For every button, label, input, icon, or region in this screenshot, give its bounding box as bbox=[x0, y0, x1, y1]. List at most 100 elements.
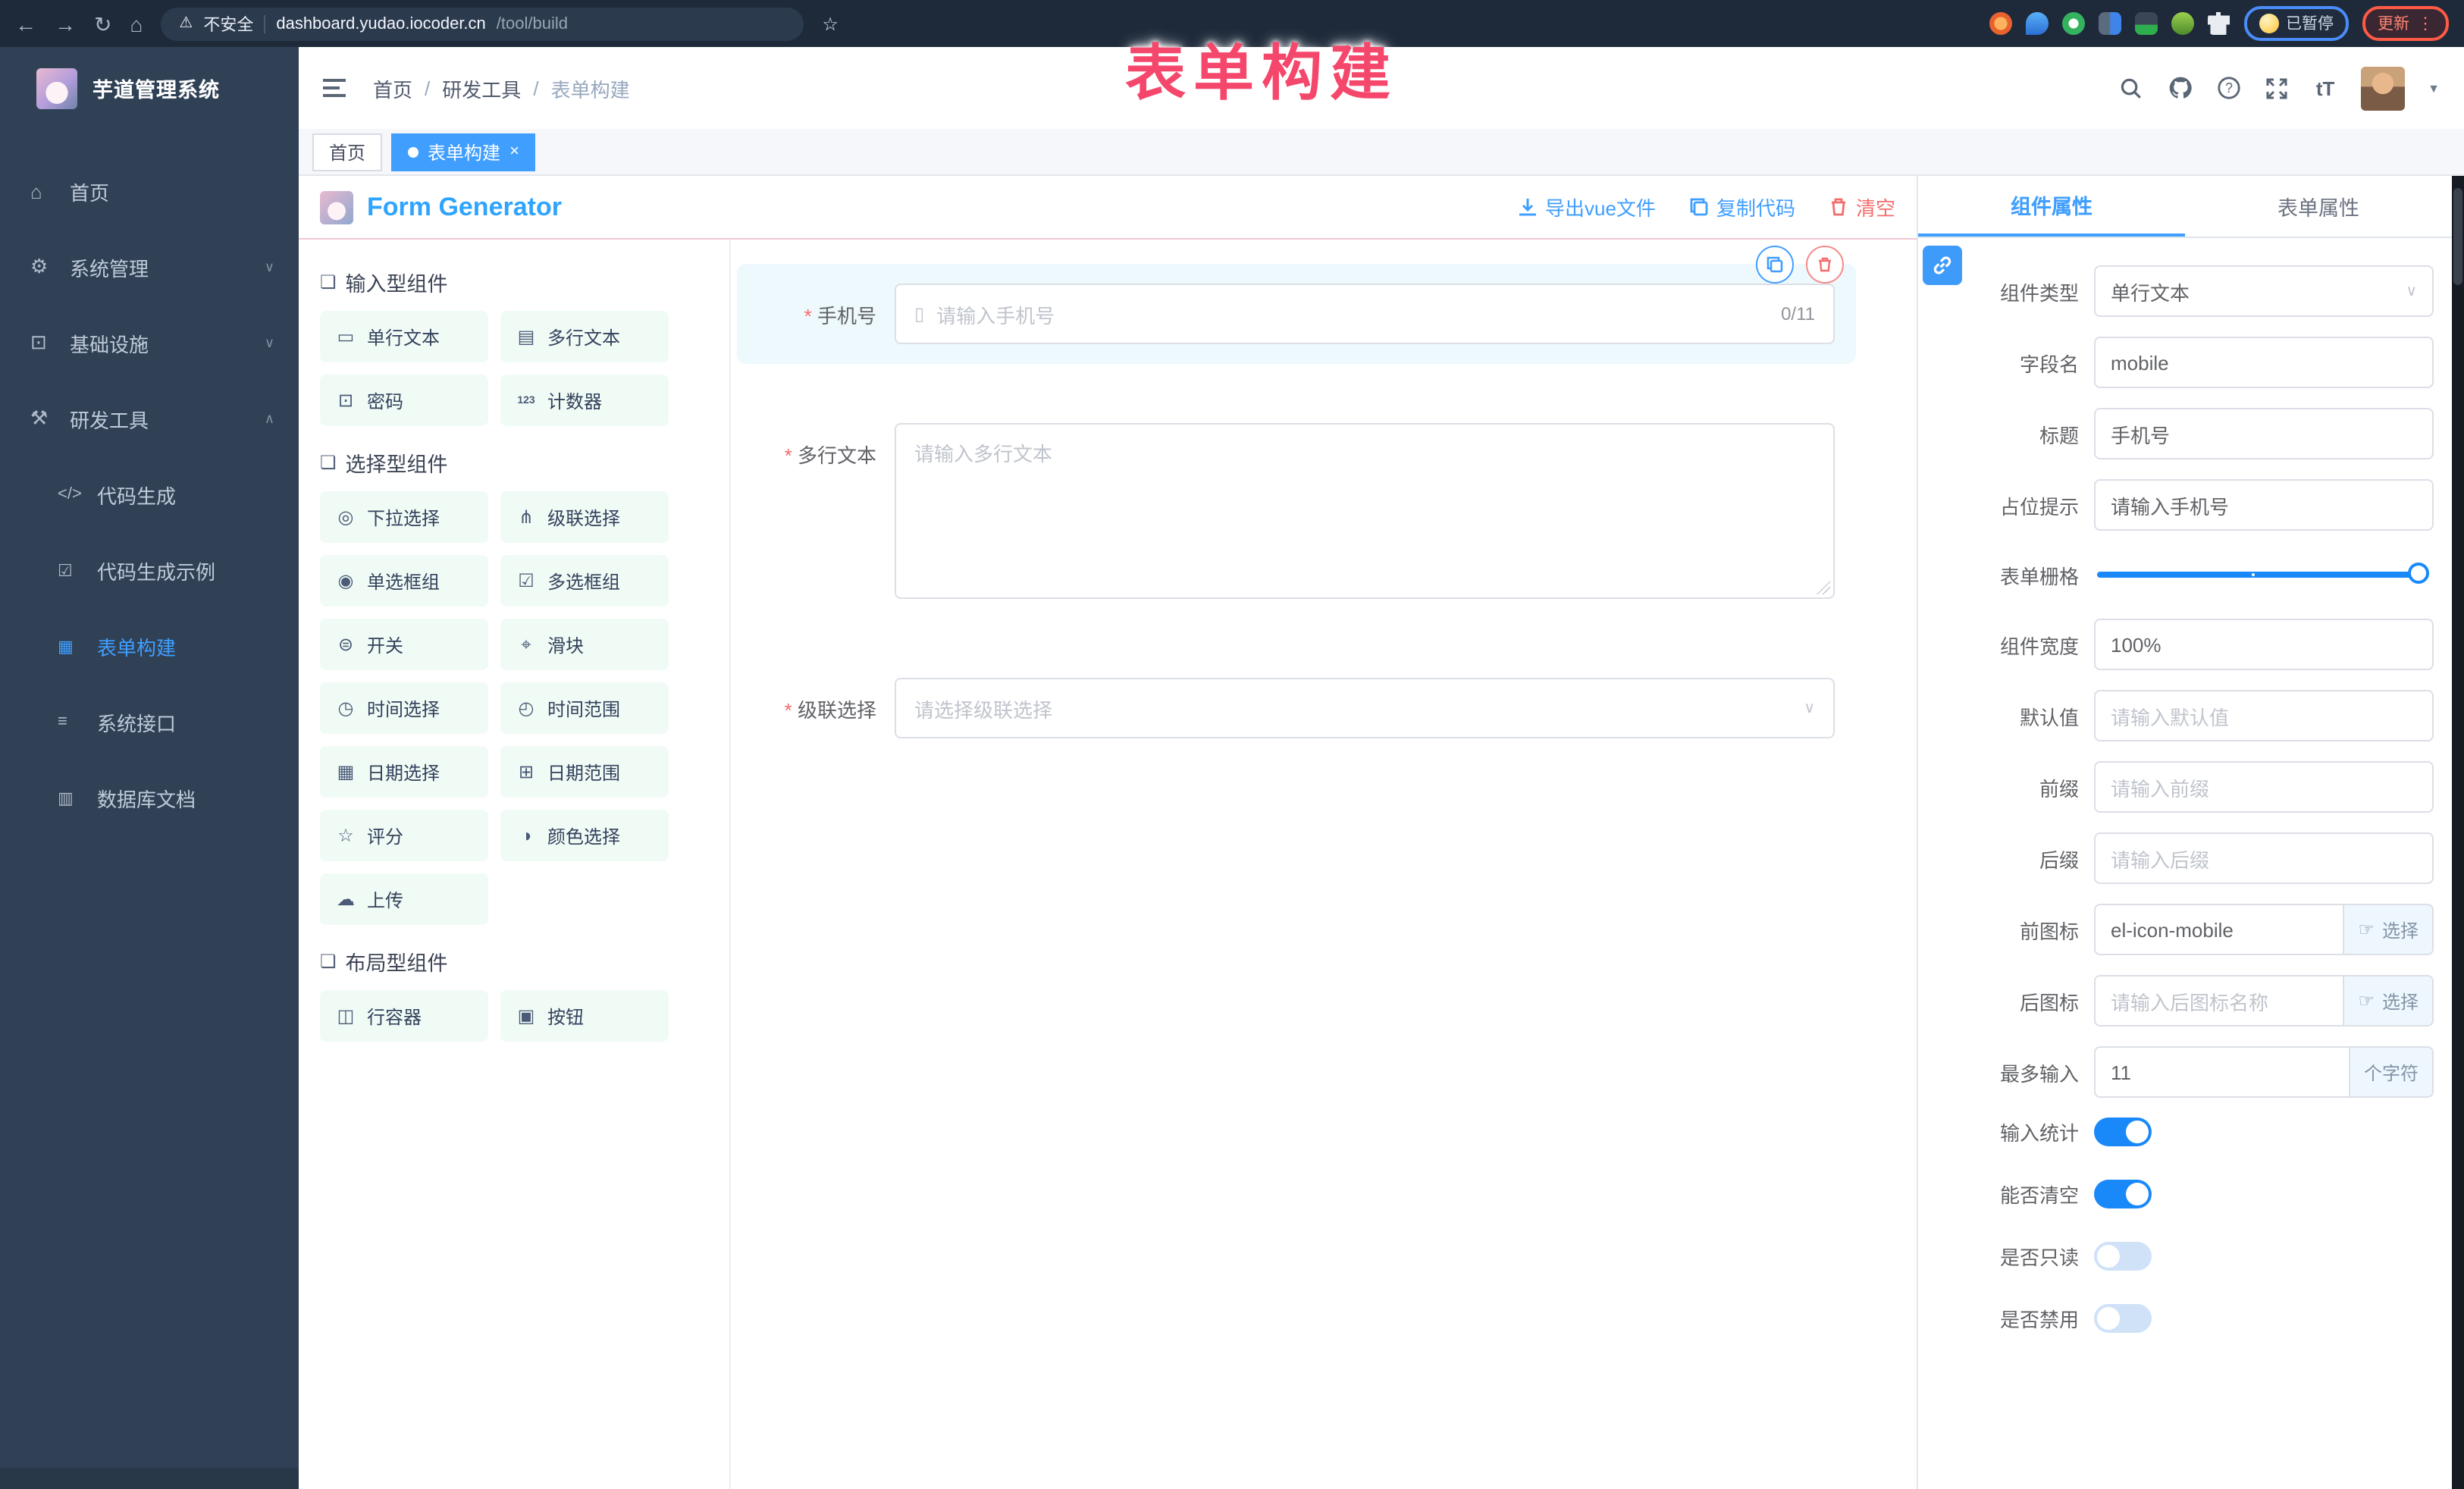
choose-prefix-icon-button[interactable]: ☞ 选择 bbox=[2344, 904, 2434, 955]
grid-slider[interactable] bbox=[2097, 572, 2419, 578]
extension-icon[interactable] bbox=[2061, 12, 2084, 35]
textarea-input[interactable]: 请输入多行文本 bbox=[895, 423, 1835, 599]
user-menu-caret-icon[interactable]: ▼ bbox=[2428, 81, 2440, 95]
mobile-input[interactable]: ▯ 请输入手机号 0/11 bbox=[895, 284, 1835, 344]
help-icon[interactable]: ? bbox=[2215, 75, 2241, 101]
field-name-input[interactable]: mobile bbox=[2094, 337, 2434, 388]
slider-knob[interactable] bbox=[2408, 563, 2429, 584]
prefix-icon-input[interactable]: el-icon-mobile bbox=[2094, 904, 2344, 955]
sidebar-item-system[interactable]: ⚙ 系统管理 ∨ bbox=[0, 229, 299, 305]
input-stats-toggle[interactable] bbox=[2094, 1118, 2152, 1146]
menu-dots-icon[interactable]: ⋮ bbox=[2417, 14, 2434, 33]
tab-form-build[interactable]: 表单构建 × bbox=[391, 133, 536, 171]
extension-icon[interactable] bbox=[2098, 12, 2121, 35]
breadcrumb-section[interactable]: 研发工具 bbox=[442, 74, 521, 102]
palette-item-date-picker[interactable]: ▦日期选择 bbox=[320, 746, 488, 798]
sidebar-item-code-demo[interactable]: ☑ 代码生成示例 bbox=[0, 532, 299, 608]
copy-code-button[interactable]: 复制代码 bbox=[1689, 193, 1795, 221]
default-value-input[interactable]: 请输入默认值 bbox=[2094, 690, 2434, 741]
reload-icon[interactable]: ↻ bbox=[94, 13, 111, 34]
link-handle-button[interactable] bbox=[1923, 246, 1962, 285]
palette-item-date-range[interactable]: ⊞日期范围 bbox=[500, 746, 669, 798]
sidebar-item-api[interactable]: ≡ 系统接口 bbox=[0, 684, 299, 760]
switch-icon: ⊜ bbox=[335, 634, 356, 655]
extensions-puzzle-icon[interactable] bbox=[2207, 12, 2230, 35]
sidebar-item-db-doc[interactable]: ▥ 数据库文档 bbox=[0, 760, 299, 835]
back-icon[interactable]: ← bbox=[15, 13, 36, 34]
prefix-input[interactable]: 请输入前缀 bbox=[2094, 761, 2434, 813]
clear-button[interactable]: 清空 bbox=[1829, 193, 1895, 221]
width-input[interactable]: 100% bbox=[2094, 619, 2434, 670]
forward-icon[interactable]: → bbox=[55, 13, 76, 34]
max-input-field[interactable]: 11 bbox=[2094, 1046, 2350, 1098]
palette-item-counter[interactable]: 123计数器 bbox=[500, 375, 669, 426]
clearable-toggle[interactable] bbox=[2094, 1180, 2152, 1208]
tab-form-props[interactable]: 表单属性 bbox=[2185, 176, 2452, 237]
palette-item-button[interactable]: ▣按钮 bbox=[500, 990, 669, 1042]
export-vue-button[interactable]: 导出vue文件 bbox=[1518, 193, 1656, 221]
props-body: 组件类型 单行文本 ∨ 字段名 mobile bbox=[1918, 238, 2452, 1366]
suffix-icon-input[interactable]: 请输入后图标名称 bbox=[2094, 975, 2344, 1027]
palette-item-checkbox-group[interactable]: ☑多选框组 bbox=[500, 555, 669, 607]
sidebar-item-home[interactable]: ⌂ 首页 bbox=[0, 153, 299, 229]
readonly-toggle[interactable] bbox=[2094, 1242, 2152, 1271]
palette-item-time-range[interactable]: ◴时间范围 bbox=[500, 682, 669, 734]
tab-component-props[interactable]: 组件属性 bbox=[1918, 176, 2185, 237]
scrollbar-thumb[interactable] bbox=[2453, 188, 2462, 285]
export-vue-label: 导出vue文件 bbox=[1545, 193, 1656, 221]
palette-item-radio-group[interactable]: ◉单选框组 bbox=[320, 555, 488, 607]
page-scrollbar[interactable] bbox=[2452, 176, 2464, 1489]
extension-icon[interactable] bbox=[2134, 12, 2157, 35]
choose-suffix-icon-button[interactable]: ☞ 选择 bbox=[2344, 975, 2434, 1027]
palette-item-cascader[interactable]: ⋔级联选择 bbox=[500, 491, 669, 543]
extension-icon[interactable] bbox=[2171, 12, 2193, 35]
resize-grip-icon[interactable] bbox=[1817, 581, 1830, 594]
disabled-toggle[interactable] bbox=[2094, 1304, 2152, 1333]
palette-item-textarea[interactable]: ▤多行文本 bbox=[500, 311, 669, 362]
github-icon[interactable] bbox=[2167, 75, 2193, 101]
paused-pill[interactable]: 已暂停 bbox=[2243, 6, 2349, 41]
sidebar-item-infra[interactable]: ⊡ 基础设施 ∨ bbox=[0, 305, 299, 381]
delete-field-button[interactable] bbox=[1806, 246, 1844, 284]
home-icon[interactable]: ⌂ bbox=[130, 13, 143, 34]
palette-item-upload[interactable]: ☁上传 bbox=[320, 873, 488, 925]
breadcrumb-home[interactable]: 首页 bbox=[373, 74, 412, 102]
form-field-cascader[interactable]: 级联选择 请选择级联选择 ∨ bbox=[737, 658, 1856, 758]
user-avatar[interactable] bbox=[2361, 66, 2405, 110]
sidebar-item-form-build[interactable]: ▦ 表单构建 bbox=[0, 608, 299, 684]
extension-icon[interactable] bbox=[1989, 12, 2011, 35]
font-size-icon[interactable]: tT bbox=[2312, 75, 2338, 101]
address-bar[interactable]: ⚠ 不安全 dashboard.yudao.iocoder.cn/tool/bu… bbox=[161, 7, 804, 40]
cascader-input[interactable]: 请选择级联选择 ∨ bbox=[895, 678, 1835, 738]
suffix-input[interactable]: 请输入后缀 bbox=[2094, 832, 2434, 884]
collapse-menu-icon[interactable] bbox=[323, 79, 346, 97]
placeholder-input[interactable]: 请输入手机号 bbox=[2094, 479, 2434, 531]
palette-item-slider[interactable]: ⌖滑块 bbox=[500, 619, 669, 670]
close-icon[interactable]: × bbox=[509, 143, 519, 161]
palette-item-row-container[interactable]: ◫行容器 bbox=[320, 990, 488, 1042]
sidebar-item-devtools[interactable]: ⚒ 研发工具 ∧ bbox=[0, 381, 299, 456]
component-cube-icon: ❏ bbox=[320, 271, 337, 293]
palette-item-select[interactable]: ◎下拉选择 bbox=[320, 491, 488, 543]
chevron-down-icon: ∨ bbox=[1804, 700, 1815, 716]
sidebar-item-label: 系统接口 bbox=[97, 707, 176, 736]
form-field-mobile[interactable]: 手机号 ▯ 请输入手机号 0/11 bbox=[737, 264, 1856, 364]
palette-item-rate[interactable]: ☆评分 bbox=[320, 810, 488, 861]
tab-home[interactable]: 首页 bbox=[312, 133, 382, 171]
extension-icon[interactable] bbox=[2025, 12, 2048, 35]
bookmark-star-icon[interactable]: ☆ bbox=[822, 13, 839, 34]
duplicate-field-button[interactable] bbox=[1756, 246, 1794, 284]
search-icon[interactable] bbox=[2118, 75, 2144, 101]
component-type-select[interactable]: 单行文本 ∨ bbox=[2094, 265, 2434, 317]
fullscreen-icon[interactable] bbox=[2264, 75, 2290, 101]
palette-item-switch[interactable]: ⊜开关 bbox=[320, 619, 488, 670]
update-button[interactable]: 更新 ⋮ bbox=[2362, 6, 2449, 41]
prop-title: 标题 手机号 bbox=[1933, 408, 2434, 459]
palette-item-password[interactable]: ⊡密码 bbox=[320, 375, 488, 426]
palette-item-color-picker[interactable]: ◑颜色选择 bbox=[500, 810, 669, 861]
form-field-textarea[interactable]: 多行文本 请输入多行文本 bbox=[737, 403, 1856, 619]
palette-item-input[interactable]: ▭单行文本 bbox=[320, 311, 488, 362]
title-input[interactable]: 手机号 bbox=[2094, 408, 2434, 459]
palette-item-time-picker[interactable]: ◷时间选择 bbox=[320, 682, 488, 734]
sidebar-item-code-gen[interactable]: </> 代码生成 bbox=[0, 456, 299, 532]
